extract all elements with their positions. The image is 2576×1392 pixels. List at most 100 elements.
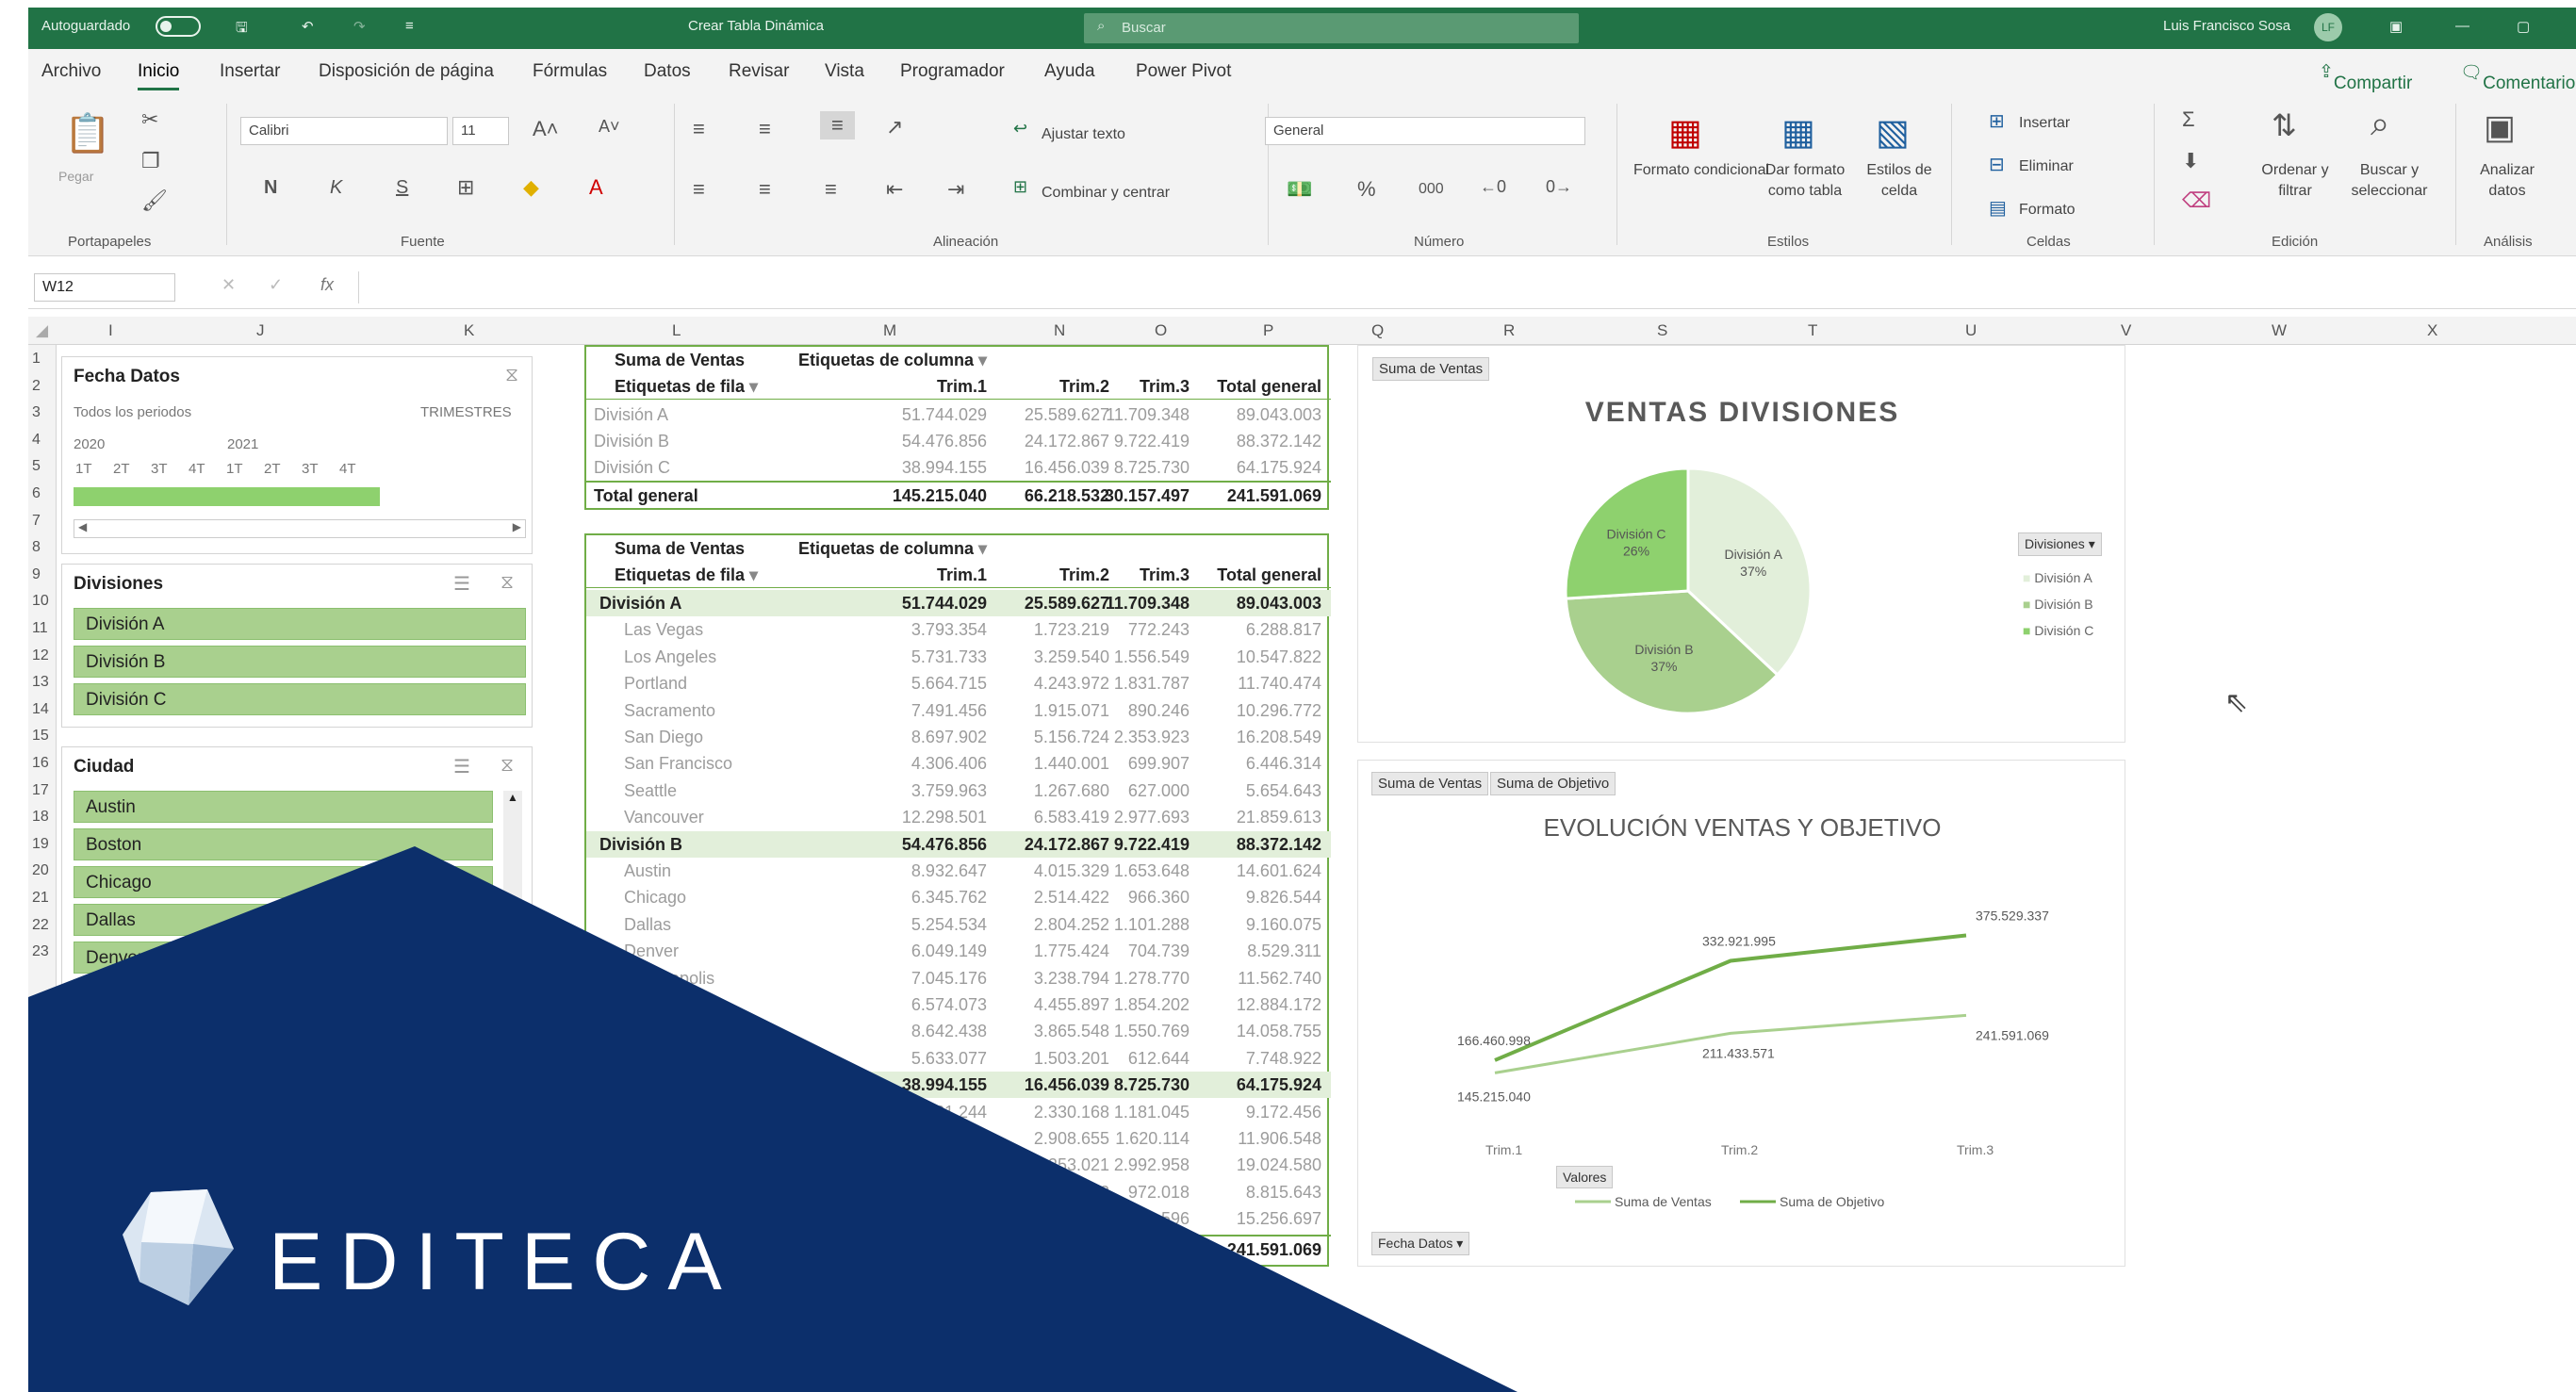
autosum-icon[interactable]: Σ bbox=[2182, 107, 2195, 132]
timeline-level-select[interactable]: TRIMESTRES bbox=[420, 404, 512, 420]
row-header[interactable]: 3 bbox=[32, 404, 41, 421]
filter-dropdown-icon[interactable]: ▾ bbox=[745, 565, 758, 584]
multi-select-icon[interactable]: ☰ bbox=[453, 572, 470, 596]
row-header[interactable]: 19 bbox=[32, 836, 49, 853]
insert-cells-button[interactable]: Insertar bbox=[2019, 113, 2070, 134]
cell-styles-icon[interactable]: ▧ bbox=[1876, 111, 1910, 154]
find-select-button[interactable]: Buscar y seleccionar bbox=[2342, 160, 2437, 201]
pivot-row[interactable]: Chicago 6.345.762 2.514.422 966.360 9.826.54… bbox=[586, 884, 1331, 910]
percent-button[interactable]: % bbox=[1357, 177, 1376, 202]
slicer-item-boston[interactable]: Boston bbox=[74, 828, 493, 860]
analyze-data-button[interactable]: Analizar datos bbox=[2469, 160, 2545, 201]
clear-filter-icon[interactable]: ⧖ bbox=[505, 365, 518, 386]
col-header[interactable]: J bbox=[256, 321, 265, 340]
increase-indent-icon[interactable]: ⇥ bbox=[947, 177, 964, 202]
cut-icon[interactable]: ✂ bbox=[141, 107, 158, 132]
fill-color-icon[interactable]: ◆ bbox=[523, 175, 539, 200]
pivot-table-detail[interactable]: Suma de Ventas Etiquetas de columna ▾ Etiq… bbox=[584, 533, 1331, 1267]
row-header[interactable]: 16 bbox=[32, 755, 49, 772]
timeline-scrollbar[interactable]: ◀ ▶ bbox=[74, 519, 526, 538]
decrease-decimal-icon[interactable]: 0→ bbox=[1546, 177, 1572, 197]
delete-cells-icon[interactable]: ⊟ bbox=[1989, 153, 2005, 176]
pivot-group-row[interactable]: División B 54.476.856 24.172.867 9.722.419 8… bbox=[586, 830, 1331, 858]
slicer-scrollbar[interactable]: ▲ bbox=[503, 791, 522, 1092]
col-header[interactable]: Q bbox=[1371, 321, 1384, 340]
scroll-up-icon[interactable]: ▲ bbox=[507, 791, 518, 804]
slicer-item-division-b[interactable]: División B bbox=[74, 646, 526, 678]
pivot-row[interactable]: San Francisco 4.306.406 1.440.001 699.907 6.… bbox=[586, 750, 1331, 777]
pivot-row[interactable]: San Diego 8.697.902 5.156.724 2.353.923 16.2… bbox=[586, 724, 1331, 750]
clear-filter-icon[interactable]: ⧖ bbox=[500, 572, 514, 594]
row-header[interactable]: 5 bbox=[32, 458, 41, 475]
row-header[interactable]: 6 bbox=[32, 485, 41, 502]
tab-revisar[interactable]: Revisar bbox=[729, 61, 789, 82]
slicer-item-austin[interactable]: Austin bbox=[74, 791, 493, 823]
pivot-group-row[interactable]: División C 38.994.155 16.456.039 8.725.730 6… bbox=[586, 1072, 1331, 1099]
font-size-select[interactable]: 11 bbox=[452, 117, 509, 145]
pivot-row[interactable]: Sacramento 7.491.456 1.915.071 890.246 10.29… bbox=[586, 697, 1331, 724]
format-painter-icon[interactable]: 🖌 bbox=[141, 188, 168, 213]
timeline-slicer[interactable]: Fecha Datos ⧖ Todos los periodos TRIMEST… bbox=[61, 356, 533, 554]
pivot-row[interactable]: 5.993.864 1.849.762 972.018 8.815.643 bbox=[586, 1179, 1331, 1205]
tab-disposicion[interactable]: Disposición de página bbox=[319, 61, 494, 82]
format-table-icon[interactable]: ▦ bbox=[1781, 111, 1815, 154]
tab-insertar[interactable]: Insertar bbox=[220, 61, 280, 82]
cancel-icon[interactable]: ✕ bbox=[222, 275, 236, 295]
tab-archivo[interactable]: Archivo bbox=[41, 61, 101, 82]
row-header[interactable]: 12 bbox=[32, 647, 49, 664]
col-header[interactable]: U bbox=[1965, 321, 1977, 340]
scroll-right-icon[interactable]: ▶ bbox=[513, 520, 521, 533]
cell-styles-button[interactable]: Estilos de celda bbox=[1862, 160, 1937, 201]
col-header[interactable]: P bbox=[1263, 321, 1273, 340]
paste-icon[interactable]: 📋 bbox=[64, 111, 111, 156]
pivot-row[interactable]: Seattle 3.759.963 1.267.680 627.000 5.654.64… bbox=[586, 778, 1331, 804]
align-top-icon[interactable]: ≡ bbox=[693, 117, 705, 141]
tab-formulas[interactable]: Fórmulas bbox=[533, 61, 607, 82]
slicer-item[interactable] bbox=[74, 979, 493, 1011]
share-button[interactable]: ⇪ Compartir bbox=[2319, 61, 2412, 93]
col-header[interactable]: N bbox=[1054, 321, 1065, 340]
underline-button[interactable]: S bbox=[396, 177, 408, 199]
pivot-row[interactable]: Denver 6.049.149 1.775.424 704.739 8.529.311 bbox=[586, 938, 1331, 964]
row-header[interactable]: 20 bbox=[32, 862, 49, 879]
col-header[interactable]: K bbox=[464, 321, 474, 340]
pie-field-button[interactable]: Suma de Ventas bbox=[1372, 357, 1490, 381]
ribbon-display-icon[interactable]: ▣ bbox=[2389, 18, 2403, 35]
col-header[interactable]: R bbox=[1503, 321, 1515, 340]
line-series[interactable] bbox=[1494, 1013, 1967, 1074]
pivot-row[interactable]: División C 38.994.155 16.456.039 8.725.730 6… bbox=[586, 454, 1331, 481]
find-select-icon[interactable]: ⌕ bbox=[2371, 104, 2389, 144]
insert-function-icon[interactable]: fx bbox=[320, 275, 334, 295]
align-bottom-icon[interactable]: ≡ bbox=[820, 111, 855, 139]
delete-cells-button[interactable]: Eliminar bbox=[2019, 156, 2074, 177]
format-as-table-button[interactable]: Dar formato como tabla bbox=[1753, 160, 1857, 201]
row-header[interactable]: 23 bbox=[32, 943, 49, 960]
pivot-row[interactable]: Boston 5.661.244 2.330.168 1.181.045 9.172.4… bbox=[586, 1099, 1331, 1125]
wrap-text-icon[interactable]: ↩ bbox=[1013, 119, 1027, 139]
timeline-quarter[interactable]: 2T bbox=[264, 461, 281, 477]
col-header[interactable]: M bbox=[883, 321, 896, 340]
row-labels-filter[interactable]: Etiquetas de fila ▾ bbox=[615, 565, 758, 585]
format-cells-button[interactable]: Formato bbox=[2019, 200, 2076, 221]
row-header[interactable]: 18 bbox=[32, 809, 49, 826]
pivot-row[interactable]: 10.778.601 5.253.021 2.992.958 19.024.580 bbox=[586, 1152, 1331, 1178]
slicer-item-division-a[interactable]: División A bbox=[74, 608, 526, 640]
quick-access-menu-icon[interactable]: ≡ bbox=[405, 18, 414, 34]
comments-button[interactable]: 🗨 Comentarios bbox=[2460, 61, 2576, 93]
copy-icon[interactable]: ❐ bbox=[141, 149, 160, 173]
search-box[interactable]: ⌕ Buscar bbox=[1084, 13, 1579, 43]
pivot-row[interactable]: San Antonio 5.633.077 1.503.201 612.644 7.74… bbox=[586, 1045, 1331, 1072]
divisions-slicer[interactable]: Divisiones ☰ ⧖ División A División B Div… bbox=[61, 564, 533, 728]
conditional-format-icon[interactable]: ▦ bbox=[1668, 111, 1702, 154]
legend-values-button[interactable]: Valores bbox=[1556, 1166, 1614, 1188]
formula-input[interactable] bbox=[358, 271, 2564, 303]
row-header[interactable]: 2 bbox=[32, 378, 41, 395]
line-series[interactable] bbox=[1494, 933, 1967, 1062]
sort-filter-icon[interactable]: ⇅ bbox=[2272, 107, 2297, 143]
borders-icon[interactable]: ⊞ bbox=[457, 175, 474, 200]
number-format-select[interactable]: General bbox=[1265, 117, 1585, 145]
tab-inicio[interactable]: Inicio bbox=[138, 61, 180, 90]
col-header[interactable]: T bbox=[1808, 321, 1817, 340]
pivot-row[interactable]: Vancouver 12.298.501 6.583.419 2.977.693 21.… bbox=[586, 804, 1331, 830]
col-header[interactable]: O bbox=[1155, 321, 1167, 340]
